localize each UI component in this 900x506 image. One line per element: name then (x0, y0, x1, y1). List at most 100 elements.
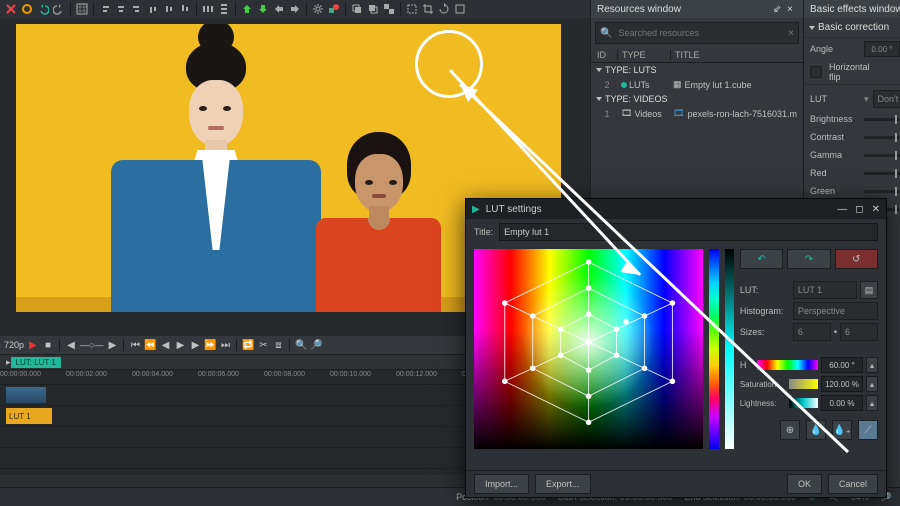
undo-button[interactable]: ↶ (740, 249, 783, 269)
frame-back-icon[interactable]: ◀ (159, 339, 171, 351)
arrow-back-icon[interactable] (272, 2, 286, 16)
effects-title: Basic effects window (810, 4, 900, 15)
sat-value[interactable]: 120.00 % (821, 376, 863, 392)
maximize-icon[interactable]: ◻ (855, 204, 863, 215)
lut-combo[interactable]: Don't use LUT (873, 90, 900, 108)
eyedropper-tool[interactable]: 💧 (806, 420, 826, 440)
arrow-fwd-icon[interactable] (288, 2, 302, 16)
resources-search[interactable]: 🔍 × (595, 22, 799, 44)
cut-icon[interactable]: ✂ (257, 339, 269, 351)
target-tool[interactable]: ⊕ (780, 420, 800, 440)
play-icon[interactable]: ▶ (27, 339, 39, 351)
resource-row-video[interactable]: 1 🎞Videos 🎞pexels-ron-lach-7516031.m (591, 106, 803, 121)
hflip-checkbox[interactable] (810, 66, 822, 78)
clear-icon[interactable]: × (788, 28, 794, 39)
crop-icon[interactable] (421, 2, 435, 16)
search-input[interactable] (616, 27, 784, 39)
section-basic-correction[interactable]: Basic correction (804, 18, 900, 38)
slider-track[interactable] (864, 154, 900, 157)
arrow-up-icon[interactable] (240, 2, 254, 16)
play2-icon[interactable]: ▶ (174, 339, 186, 351)
group-videos[interactable]: TYPE: VIDEOS (591, 92, 803, 106)
lightness-slider[interactable] (789, 398, 818, 408)
color-hexagon[interactable] (474, 249, 703, 449)
align-bottom-icon[interactable] (178, 2, 192, 16)
zoom-in-icon[interactable]: 🔍 (295, 339, 307, 351)
layer-3-icon[interactable] (382, 2, 396, 16)
angle-value[interactable]: 0.00 ° (864, 41, 900, 57)
align-vcenter-icon[interactable] (162, 2, 176, 16)
minimize-icon[interactable]: — (837, 204, 847, 215)
slider-track[interactable] (864, 190, 900, 193)
ok-button[interactable]: OK (787, 474, 822, 494)
goto-start-icon[interactable]: ⏮ (129, 339, 141, 351)
pin-icon[interactable]: ⇙ (773, 4, 783, 14)
resource-row-lut[interactable]: 2 LUTs ▦Empty lut 1.cube (591, 77, 803, 92)
prev-icon[interactable]: ◀ (65, 339, 77, 351)
redo-icon[interactable] (52, 2, 66, 16)
align-right-icon[interactable] (130, 2, 144, 16)
step-up[interactable]: ▴ (866, 395, 878, 411)
resolution-label[interactable]: 720p (4, 340, 24, 350)
chevron-down-icon[interactable]: ▾ (864, 94, 869, 105)
redo-button[interactable]: ↷ (787, 249, 830, 269)
video-clip[interactable] (6, 387, 46, 403)
next-icon[interactable]: ▶ (106, 339, 118, 351)
hue-bar[interactable] (709, 249, 718, 449)
align-top-icon[interactable] (146, 2, 160, 16)
step-up[interactable]: ▴ (866, 357, 878, 373)
shapes-icon[interactable] (327, 2, 341, 16)
marker-icon[interactable]: ⧈ (272, 339, 284, 351)
step-fwd-icon[interactable]: ⏩ (204, 339, 216, 351)
zoom-out-icon[interactable]: 🔎 (310, 339, 322, 351)
cut-icon[interactable] (4, 2, 18, 16)
slider-track[interactable] (864, 136, 900, 139)
record-icon[interactable] (20, 2, 34, 16)
layer-2-icon[interactable] (366, 2, 380, 16)
dialog-titlebar[interactable]: ▶LUT settings —◻✕ (466, 199, 886, 219)
reset-button[interactable]: ↺ (835, 249, 878, 269)
close-icon[interactable]: × (787, 4, 797, 14)
folder-icon[interactable]: ▤ (860, 281, 878, 299)
size-b[interactable]: 6 (840, 323, 878, 341)
step-back-icon[interactable]: ⏪ (144, 339, 156, 351)
histogram-select[interactable]: Perspective (793, 302, 878, 320)
lig-value[interactable]: 0.00 % (821, 395, 863, 411)
eyedropper-active-tool[interactable]: ⟋ (858, 420, 878, 440)
grid-icon[interactable] (75, 2, 89, 16)
size-a[interactable]: 6 (793, 323, 831, 341)
group-luts[interactable]: TYPE: LUTS (591, 63, 803, 77)
slider-track[interactable] (864, 118, 900, 121)
arrow-down-icon[interactable] (256, 2, 270, 16)
eyedropper-plus-tool[interactable]: 💧₊ (832, 420, 852, 440)
dist-h-icon[interactable] (201, 2, 215, 16)
hue-value[interactable]: 60.00 ° (821, 357, 863, 373)
select-rect-icon[interactable] (405, 2, 419, 16)
cancel-button[interactable]: Cancel (828, 474, 878, 494)
lightness-bar[interactable] (725, 249, 734, 449)
step-up[interactable]: ▴ (866, 376, 878, 392)
lut-clip[interactable]: LUT 1 (6, 408, 52, 424)
sat-slider[interactable] (789, 379, 818, 389)
title-input[interactable] (499, 223, 878, 241)
bounds-icon[interactable] (453, 2, 467, 16)
hue-slider[interactable] (757, 360, 818, 370)
loop-icon[interactable]: 🔁 (242, 339, 254, 351)
search-icon: 🔍 (600, 28, 612, 39)
frame-fwd-icon[interactable]: ▶ (189, 339, 201, 351)
rotate-icon[interactable] (437, 2, 451, 16)
close-icon[interactable]: ✕ (872, 204, 880, 215)
lut-select[interactable]: LUT 1 (793, 281, 857, 299)
stop-icon[interactable]: ■ (42, 339, 54, 351)
slider-track[interactable] (864, 172, 900, 175)
layer-1-icon[interactable] (350, 2, 364, 16)
align-left-icon[interactable] (98, 2, 112, 16)
goto-end-icon[interactable]: ⏭ (219, 339, 231, 351)
export-button[interactable]: Export... (535, 474, 591, 494)
clip-label[interactable]: LUT: LUT 1 (11, 357, 61, 368)
undo-icon[interactable] (36, 2, 50, 16)
import-button[interactable]: Import... (474, 474, 529, 494)
dist-v-icon[interactable] (217, 2, 231, 16)
gear-icon[interactable] (311, 2, 325, 16)
align-hcenter-icon[interactable] (114, 2, 128, 16)
